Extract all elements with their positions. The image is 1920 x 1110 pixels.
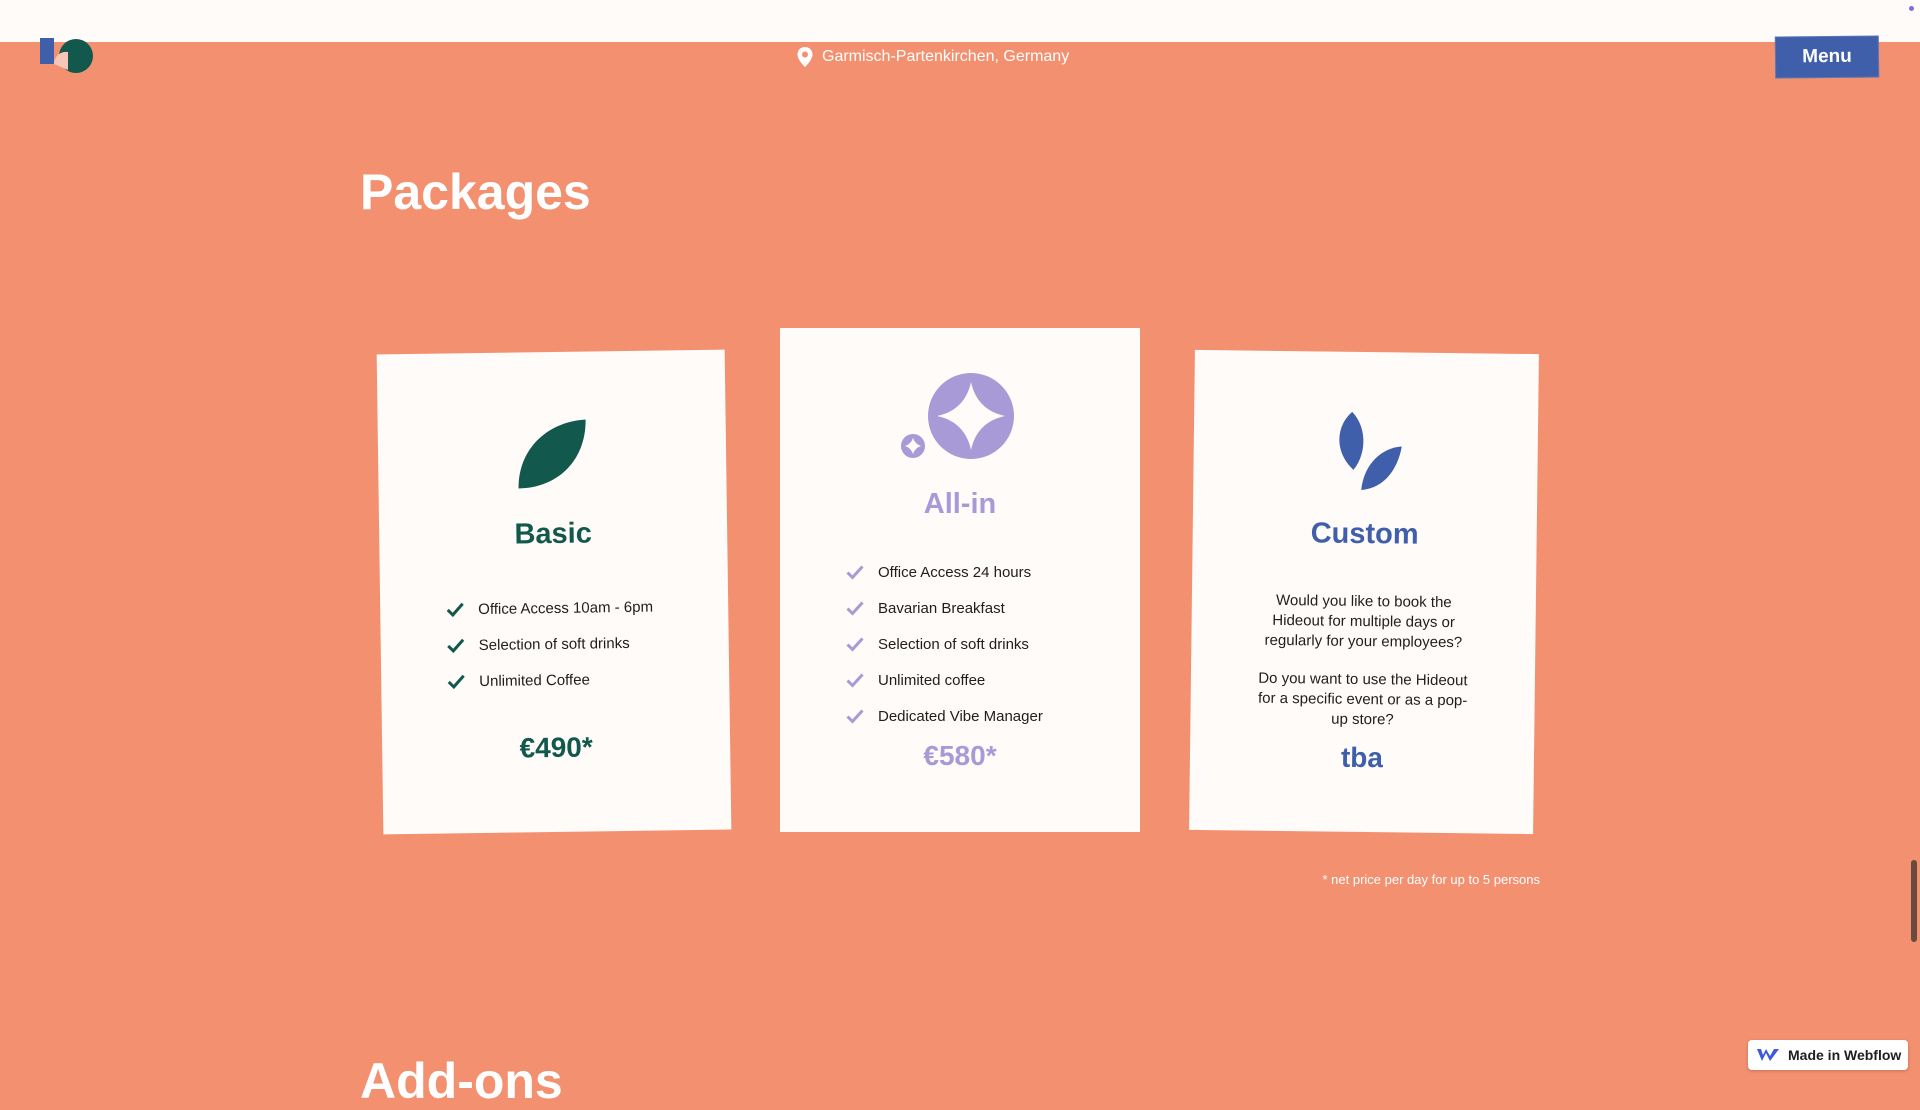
feature-label: Selection of soft drinks xyxy=(478,634,630,654)
check-icon xyxy=(846,673,864,688)
leaf-icon xyxy=(518,419,586,489)
list-item: Unlimited Coffee xyxy=(447,661,654,700)
feature-label: Unlimited coffee xyxy=(878,671,986,689)
location-text: Garmisch-Partenkirchen, Germany xyxy=(822,48,1070,65)
check-icon xyxy=(447,638,465,654)
list-item: Unlimited coffee xyxy=(846,662,1043,698)
feature-list: Office Access 10am - 6pm Selection of so… xyxy=(446,589,654,700)
check-icon xyxy=(846,601,864,616)
next-section-title: Add-ons xyxy=(360,1053,563,1109)
sparkle-icon xyxy=(901,373,1014,459)
package-name: Basic xyxy=(514,517,593,551)
check-icon xyxy=(446,602,464,618)
feature-label: Bavarian Breakfast xyxy=(878,599,1005,617)
webflow-icon xyxy=(1757,1049,1779,1061)
corner-dot xyxy=(1909,6,1914,11)
package-card-custom: Custom Would you like to book the Hideou… xyxy=(1189,349,1539,835)
made-in-webflow-badge[interactable]: Made in Webflow xyxy=(1748,1040,1908,1070)
package-card-allin: All-in Office Access 24 hours Bavarian B… xyxy=(780,328,1140,832)
location: Garmisch-Partenkirchen, Germany xyxy=(796,46,1069,68)
top-strip xyxy=(0,0,1920,42)
price-footnote: * net price per day for up to 5 persons xyxy=(1322,872,1540,887)
check-icon xyxy=(846,565,864,580)
package-card-basic: Basic Office Access 10am - 6pm Selection… xyxy=(376,349,732,835)
check-icon xyxy=(846,709,864,724)
two-leaves-icon xyxy=(1339,411,1402,490)
feature-label: Office Access 24 hours xyxy=(878,563,1032,581)
feature-label: Office Access 10am - 6pm xyxy=(478,598,654,618)
feature-label: Unlimited Coffee xyxy=(479,671,590,690)
feature-label: Dedicated Vibe Manager xyxy=(878,707,1043,725)
list-item: Selection of soft drinks xyxy=(446,625,653,664)
menu-button[interactable]: Menu xyxy=(1774,35,1880,79)
custom-description: Would you like to book the Hideout for m… xyxy=(1264,591,1463,652)
badge-label: Made in Webflow xyxy=(1788,1047,1902,1063)
package-price: tba xyxy=(1340,741,1384,774)
list-item: Selection of soft drinks xyxy=(846,626,1043,662)
list-item: Bavarian Breakfast xyxy=(846,590,1043,626)
location-pin-icon xyxy=(797,47,813,67)
list-item: Office Access 10am - 6pm xyxy=(446,589,653,628)
feature-list: Office Access 24 hours Bavarian Breakfas… xyxy=(846,554,1043,734)
logo-icon[interactable] xyxy=(38,36,94,76)
section-title: Packages xyxy=(360,164,591,220)
package-name: Custom xyxy=(1310,517,1419,551)
package-price: €580* xyxy=(923,740,997,771)
feature-label: Selection of soft drinks xyxy=(878,635,1029,653)
check-icon xyxy=(447,674,465,690)
scrollbar[interactable] xyxy=(1911,860,1917,942)
check-icon xyxy=(846,637,864,652)
custom-description: Do you want to use the Hideout for a spe… xyxy=(1257,669,1468,729)
list-item: Office Access 24 hours xyxy=(846,554,1043,590)
list-item: Dedicated Vibe Manager xyxy=(846,698,1043,734)
package-name: All-in xyxy=(923,488,997,520)
package-price: €490* xyxy=(519,731,593,764)
